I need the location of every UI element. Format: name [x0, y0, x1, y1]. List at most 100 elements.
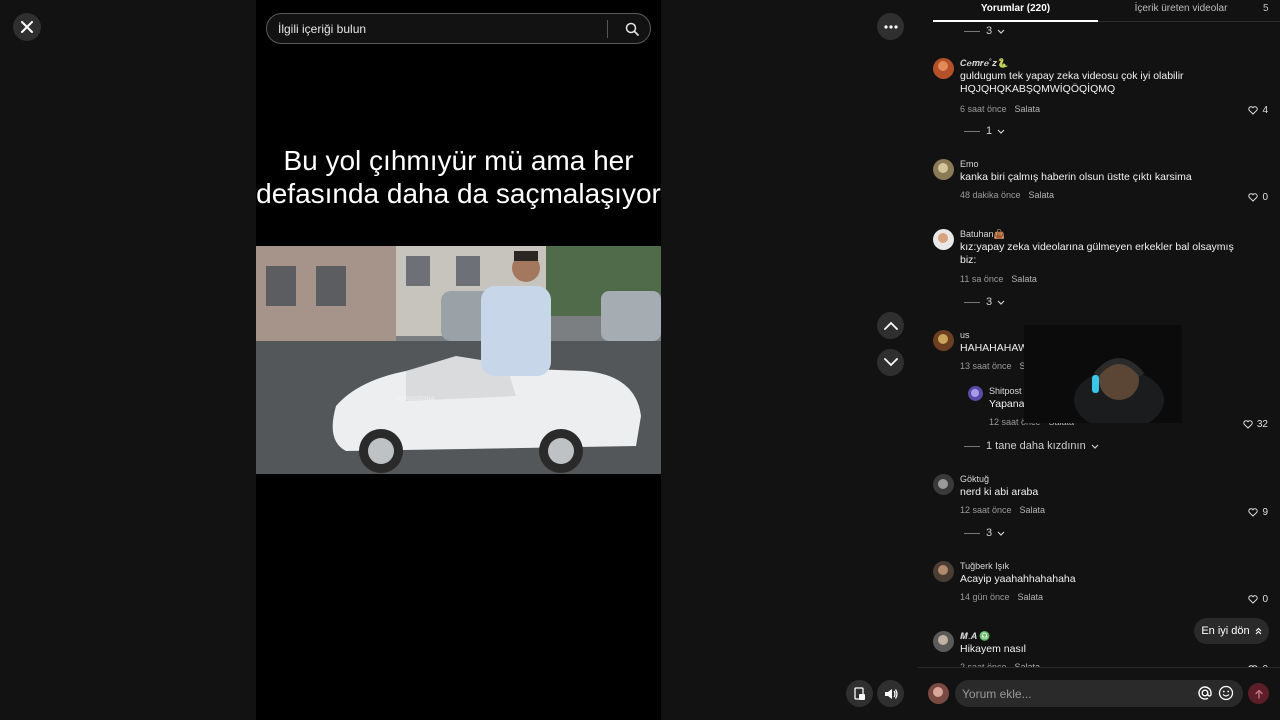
reply-button[interactable]: Salata	[1020, 505, 1046, 515]
volume-button[interactable]	[877, 680, 904, 707]
comment-meta: 11 sa önce Salata	[960, 274, 1037, 284]
comment-text: Acayip yaahahhahahaha	[960, 573, 1076, 585]
close-button[interactable]	[13, 13, 41, 41]
avatar[interactable]	[933, 474, 954, 495]
comment-item: Göktuğ nerd ki abi araba 12 saat önce Sal…	[933, 474, 1268, 524]
tab-active-indicator	[933, 20, 1098, 22]
comment-username[interactable]: Tuğberk Işık	[960, 561, 1009, 571]
view-replies-toggle[interactable]: 3	[964, 296, 1005, 308]
comment-username[interactable]: Shitpost	[989, 386, 1022, 396]
back-to-top-label: En iyi dön	[1201, 625, 1250, 637]
at-icon[interactable]	[1197, 685, 1213, 701]
floating-player-icon	[853, 686, 865, 700]
webcam-overlay	[1024, 325, 1182, 423]
more-replies-label: 1 tane daha kızdının	[986, 440, 1086, 452]
back-to-top-button[interactable]: En iyi dön	[1194, 618, 1269, 644]
like-count: 9	[1262, 507, 1268, 518]
send-icon	[1254, 689, 1263, 699]
view-more-replies-toggle[interactable]: 1 tane daha kızdının	[964, 440, 1099, 452]
avatar[interactable]	[933, 631, 954, 652]
comment-username[interactable]: 𝑪𝒆𝒎𝒓𝒆˚𝒛🐍	[960, 58, 1008, 69]
app-root: İlgili içeriği bulun Bu yol çıhmıyür mü …	[0, 0, 1280, 720]
comment-time: 6 saat önce	[960, 104, 1007, 114]
tab-creator-videos[interactable]: İçerik üreten videolar	[1108, 3, 1254, 14]
search-bar[interactable]: İlgili içeriği bulun	[266, 13, 651, 44]
avatar[interactable]	[928, 683, 949, 704]
double-chevron-up-icon	[1255, 627, 1262, 635]
comment-meta: 14 gün önce Salata	[960, 592, 1043, 602]
floating-player-button[interactable]	[846, 680, 873, 707]
comment-username[interactable]: Batuhan👜	[960, 229, 1005, 240]
comment-time: 13 saat önce	[960, 361, 1012, 371]
reply-button[interactable]: Salata	[1029, 190, 1055, 200]
previous-video-button[interactable]	[877, 312, 904, 339]
replies-count: 3	[986, 296, 993, 308]
chevron-up-icon	[883, 321, 898, 330]
comment-username[interactable]: 𝑴.𝑨 ♎	[960, 631, 990, 642]
emoji-icon[interactable]	[1218, 685, 1234, 701]
comment-meta: 6 saat önce Salata	[960, 104, 1040, 114]
more-icon	[883, 24, 898, 29]
comment-username[interactable]: Göktuğ	[960, 474, 989, 484]
comment-text: guldugum tek yapay zeka videosu çok iyi …	[960, 70, 1184, 95]
heart-icon	[1248, 106, 1259, 115]
chevron-down-icon	[997, 29, 1005, 34]
chevron-down-icon	[997, 531, 1005, 536]
comment-username[interactable]: us	[960, 330, 970, 340]
reply-button[interactable]: Salata	[1015, 104, 1041, 114]
replies-line	[964, 301, 980, 303]
comment-item: 𝑪𝒆𝒎𝒓𝒆˚𝒛🐍 guldugum tek yapay zeka videosu…	[933, 58, 1268, 128]
tab-comments[interactable]: Yorumlar (220)	[933, 3, 1098, 14]
like-button[interactable]: 0	[1248, 192, 1268, 203]
tab-overflow[interactable]: 5	[1263, 3, 1269, 14]
comment-text: Hikayem nasıl	[960, 643, 1026, 655]
search-button[interactable]	[618, 15, 646, 43]
avatar[interactable]	[933, 159, 954, 180]
video-caption: Bu yol çıhmıyür mü ama her defasında dah…	[256, 145, 661, 209]
reply-button[interactable]: Salata	[1011, 274, 1037, 284]
volume-icon	[884, 688, 898, 699]
view-replies-toggle[interactable]: 1	[964, 125, 1005, 137]
comment-composer	[918, 667, 1280, 720]
chevron-down-icon	[883, 358, 898, 367]
heart-icon	[1248, 193, 1259, 202]
avatar[interactable]	[968, 386, 983, 401]
video-watermark: @shpostforbai	[396, 396, 435, 402]
replies-line	[964, 130, 980, 132]
chevron-down-icon	[1091, 444, 1099, 449]
webcam-feed	[1024, 325, 1182, 423]
like-button[interactable]: 9	[1248, 507, 1268, 518]
more-options-button[interactable]	[877, 13, 904, 40]
comment-input[interactable]	[962, 686, 1192, 701]
video-scene	[256, 246, 661, 474]
comment-time: 48 dakika önce	[960, 190, 1021, 200]
comment-text: nerd ki abi araba	[960, 486, 1039, 498]
comment-username[interactable]: Emo	[960, 159, 979, 169]
search-input[interactable]: İlgili içeriği bulun	[278, 22, 607, 36]
comment-time: 14 gün önce	[960, 592, 1010, 602]
comment-meta: 12 saat önce Salata	[960, 505, 1045, 515]
replies-line	[964, 445, 980, 447]
avatar[interactable]	[933, 561, 954, 582]
view-replies-toggle[interactable]: 3	[964, 527, 1005, 539]
reply-button[interactable]: Salata	[1018, 592, 1044, 602]
like-button[interactable]: 4	[1248, 105, 1268, 116]
comment-item: Tuğberk Işık Acayip yaahahhahahaha 14 gü…	[933, 561, 1268, 611]
chevron-down-icon	[997, 300, 1005, 305]
search-icon	[625, 22, 639, 36]
like-button[interactable]: 0	[1248, 594, 1268, 605]
comment-time: 11 sa önce	[960, 274, 1004, 284]
view-replies-toggle[interactable]: 3	[964, 25, 1005, 37]
next-video-button[interactable]	[877, 349, 904, 376]
comment-time: 12 saat önce	[960, 505, 1012, 515]
send-button[interactable]	[1248, 683, 1269, 704]
avatar[interactable]	[933, 229, 954, 250]
avatar[interactable]	[933, 330, 954, 351]
like-button[interactable]: 32	[1243, 419, 1268, 430]
heart-icon	[1243, 420, 1253, 429]
video-frame[interactable]: @shpostforbai	[256, 246, 661, 474]
like-count: 0	[1262, 192, 1268, 203]
comment-text: kanka biri çalmış haberin olsun üstte çı…	[960, 171, 1192, 183]
like-count: 4	[1262, 105, 1268, 116]
avatar[interactable]	[933, 58, 954, 79]
